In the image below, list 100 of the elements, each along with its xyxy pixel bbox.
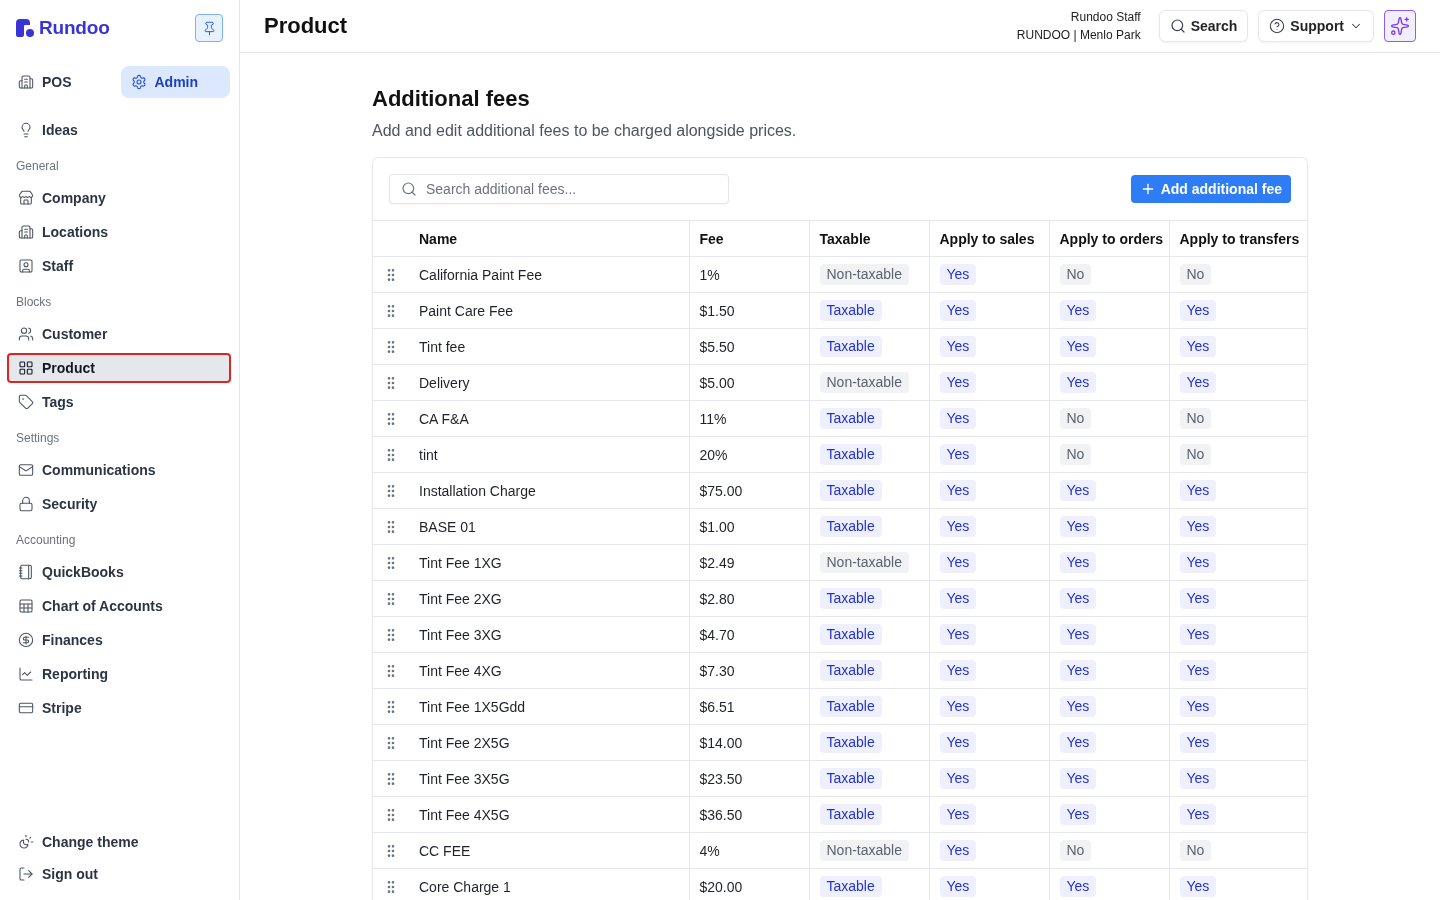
fee-name: tint	[419, 446, 438, 463]
status-badge: Yes	[939, 588, 977, 609]
add-fee-button[interactable]: Add additional fee	[1130, 175, 1291, 203]
column-header: Name	[419, 230, 458, 247]
status-badge: Taxable	[819, 804, 882, 825]
fee-amount: 11%	[699, 410, 727, 427]
logo-icon	[16, 19, 34, 37]
status-badge: Yes	[939, 732, 977, 753]
status-badge: No	[1059, 840, 1092, 861]
nav-item[interactable]: Communications	[8, 456, 230, 484]
column-header: Apply to transfers	[1179, 230, 1300, 247]
status-badge: Taxable	[819, 444, 882, 465]
status-badge: Yes	[1059, 804, 1097, 825]
status-badge: Yes	[939, 480, 977, 501]
status-badge: Non-taxable	[819, 840, 909, 861]
section-label: General	[15, 158, 60, 174]
status-badge: Yes	[1179, 732, 1217, 753]
nav-item[interactable]: Sign out	[8, 860, 230, 888]
status-badge: Yes	[1179, 480, 1217, 501]
store-location: RUNDOO | Menlo Park	[1016, 27, 1141, 44]
fee-amount: $14.00	[699, 734, 743, 751]
status-badge: Yes	[939, 552, 977, 573]
status-badge: Taxable	[819, 516, 882, 537]
status-badge: Yes	[939, 624, 977, 645]
status-badge: Yes	[939, 336, 977, 357]
fee-amount: $20.00	[699, 878, 743, 895]
status-badge: Taxable	[819, 696, 882, 717]
sign-out-icon	[18, 866, 34, 882]
column-header: Taxable	[819, 230, 871, 247]
status-badge: Yes	[1179, 876, 1217, 897]
fee-amount: $1.50	[699, 302, 735, 319]
fee-name: CA F&A	[419, 410, 469, 427]
status-badge: Yes	[939, 840, 977, 861]
user-name: Rundoo Staff	[1070, 9, 1141, 26]
credit-card-icon	[18, 700, 34, 716]
nav-item[interactable]: Customer	[8, 320, 230, 348]
lightbulb-icon	[18, 122, 34, 138]
nav-item[interactable]: Security	[8, 490, 230, 518]
fee-name: Tint Fee 1X5Gdd	[419, 698, 526, 715]
status-badge: Taxable	[819, 408, 882, 429]
logo-text: Rundoo	[39, 17, 110, 39]
status-badge: Yes	[1179, 696, 1217, 717]
status-badge: Yes	[1059, 588, 1097, 609]
nav-item[interactable]: Company	[8, 184, 230, 212]
status-badge: No	[1179, 264, 1212, 285]
nav-item[interactable]: Locations	[8, 218, 230, 246]
fee-amount: $36.50	[699, 806, 743, 823]
pin-button[interactable]	[195, 14, 223, 42]
fee-name: Tint Fee 3XG	[419, 626, 502, 643]
column-header: Apply to sales	[939, 230, 1035, 247]
column-header: Apply to orders	[1059, 230, 1163, 247]
notebook-icon	[18, 564, 34, 580]
status-badge: Yes	[1179, 516, 1217, 537]
nav-item[interactable]: Stripe	[8, 694, 230, 722]
search-button[interactable]: Search	[1158, 10, 1249, 42]
sparkles-icon	[1390, 16, 1410, 36]
nav-item[interactable]: Tags	[8, 388, 230, 416]
status-badge: No	[1179, 444, 1212, 465]
status-badge: No	[1179, 840, 1212, 861]
table-icon	[18, 598, 34, 614]
search-icon	[401, 181, 417, 197]
assistant-button[interactable]	[1384, 10, 1416, 42]
status-badge: Yes	[1059, 300, 1097, 321]
nav-item[interactable]: Finances	[8, 626, 230, 654]
status-badge: Yes	[1179, 768, 1217, 789]
status-badge: Taxable	[819, 336, 882, 357]
fee-name: Core Charge 1	[419, 878, 511, 895]
fee-name: CC FEE	[419, 842, 471, 859]
status-badge: Taxable	[819, 660, 882, 681]
mode-tab[interactable]: POS	[8, 66, 118, 98]
nav-item[interactable]: Change theme	[8, 828, 230, 856]
nav-item[interactable]: Chart of Accounts	[8, 592, 230, 620]
fee-amount: $4.70	[699, 626, 735, 643]
nav-item[interactable]: Staff	[8, 252, 230, 280]
status-badge: Yes	[939, 408, 977, 429]
nav-item[interactable]: Reporting	[8, 660, 230, 688]
status-badge: Yes	[939, 876, 977, 897]
support-button[interactable]: Support	[1258, 10, 1374, 42]
nav-item[interactable]: Product	[8, 354, 230, 382]
grid-icon	[18, 360, 34, 376]
status-badge: Yes	[1179, 624, 1217, 645]
fee-amount: $5.50	[699, 338, 735, 355]
sun-moon-icon	[18, 834, 34, 850]
section-description: Add and edit additional fees to be charged alongside prices.	[372, 121, 798, 141]
search-icon	[1169, 18, 1186, 34]
status-badge: Yes	[1059, 516, 1097, 537]
dollar-circle-icon	[18, 632, 34, 648]
status-badge: Yes	[1059, 624, 1097, 645]
nav-item[interactable]: Ideas	[8, 116, 230, 144]
line-chart-icon	[18, 666, 34, 682]
status-badge: Yes	[1059, 372, 1097, 393]
status-badge: No	[1059, 408, 1092, 429]
status-badge: Yes	[939, 300, 977, 321]
status-badge: Yes	[939, 444, 977, 465]
building-icon	[18, 224, 34, 240]
nav-item[interactable]: QuickBooks	[8, 558, 230, 586]
mode-tab[interactable]: Admin	[120, 66, 230, 98]
help-icon	[1269, 18, 1286, 34]
status-badge: Yes	[939, 696, 977, 717]
search-field[interactable]: Search additional fees...	[389, 174, 729, 204]
